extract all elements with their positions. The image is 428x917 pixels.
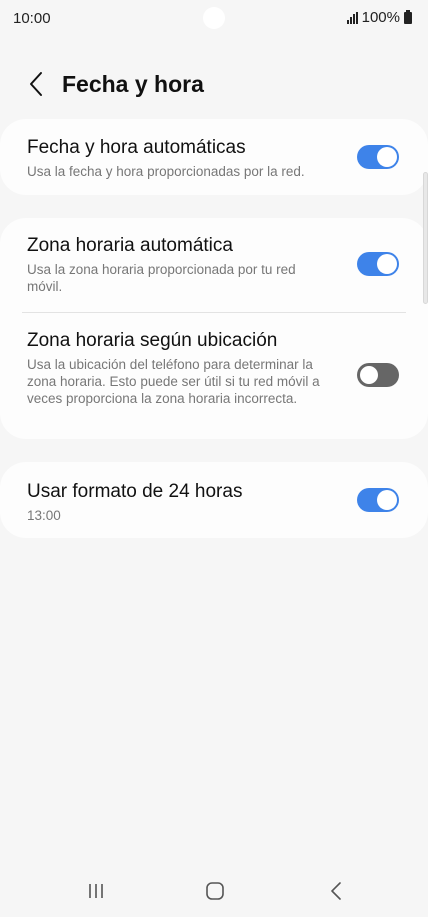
setting-subtitle: Usa la ubicación del teléfono para deter… xyxy=(27,357,320,406)
setting-subtitle: Usa la zona horaria proporcionada por tu… xyxy=(27,262,296,294)
header: Fecha y hora xyxy=(0,60,428,110)
setting-auto-datetime[interactable]: Fecha y hora automáticas Usa la fecha y … xyxy=(0,119,428,195)
card-timezone: Zona horaria automática Usa la zona hora… xyxy=(0,218,428,439)
card-24h-format: Usar formato de 24 horas 13:00 xyxy=(0,462,428,538)
24h-format-toggle[interactable] xyxy=(357,488,399,512)
toggle-knob xyxy=(377,147,397,167)
home-icon xyxy=(206,882,224,900)
status-bar: 10:00 100% xyxy=(0,0,428,38)
battery-icon xyxy=(404,9,412,24)
battery-percentage: 100% xyxy=(361,9,400,26)
page-title: Fecha y hora xyxy=(62,71,204,97)
setting-title: Usar formato de 24 horas xyxy=(27,481,243,502)
auto-datetime-toggle[interactable] xyxy=(357,145,399,169)
nav-back-button[interactable] xyxy=(316,877,356,905)
toggle-knob xyxy=(358,364,380,386)
auto-timezone-toggle[interactable] xyxy=(357,252,399,276)
back-icon xyxy=(331,882,341,900)
setting-subtitle: 13:00 xyxy=(27,508,61,523)
home-button[interactable] xyxy=(195,877,235,905)
setting-title: Fecha y hora automáticas xyxy=(27,137,246,158)
status-icons: 100% xyxy=(346,9,412,26)
setting-subtitle: Usa la fecha y hora proporcionadas por l… xyxy=(27,164,305,179)
setting-title: Zona horaria automática xyxy=(27,235,233,256)
camera-cutout xyxy=(203,7,225,29)
navigation-bar xyxy=(0,867,428,917)
setting-auto-timezone[interactable]: Zona horaria automática Usa la zona hora… xyxy=(0,218,428,312)
chevron-left-icon xyxy=(30,72,42,96)
setting-24h-format[interactable]: Usar formato de 24 horas 13:00 xyxy=(0,462,428,538)
setting-title: Zona horaria según ubicación xyxy=(27,330,278,351)
toggle-knob xyxy=(377,490,397,510)
signal-icon xyxy=(346,11,358,24)
back-button[interactable] xyxy=(20,68,52,100)
recent-apps-icon xyxy=(89,884,103,898)
scroll-indicator[interactable] xyxy=(423,172,428,304)
recent-apps-button[interactable] xyxy=(76,877,116,905)
status-time: 10:00 xyxy=(13,10,51,27)
setting-location-timezone[interactable]: Zona horaria según ubicación Usa la ubic… xyxy=(0,313,428,439)
location-timezone-toggle[interactable] xyxy=(357,363,399,387)
card-auto-datetime: Fecha y hora automáticas Usa la fecha y … xyxy=(0,119,428,195)
toggle-knob xyxy=(377,254,397,274)
